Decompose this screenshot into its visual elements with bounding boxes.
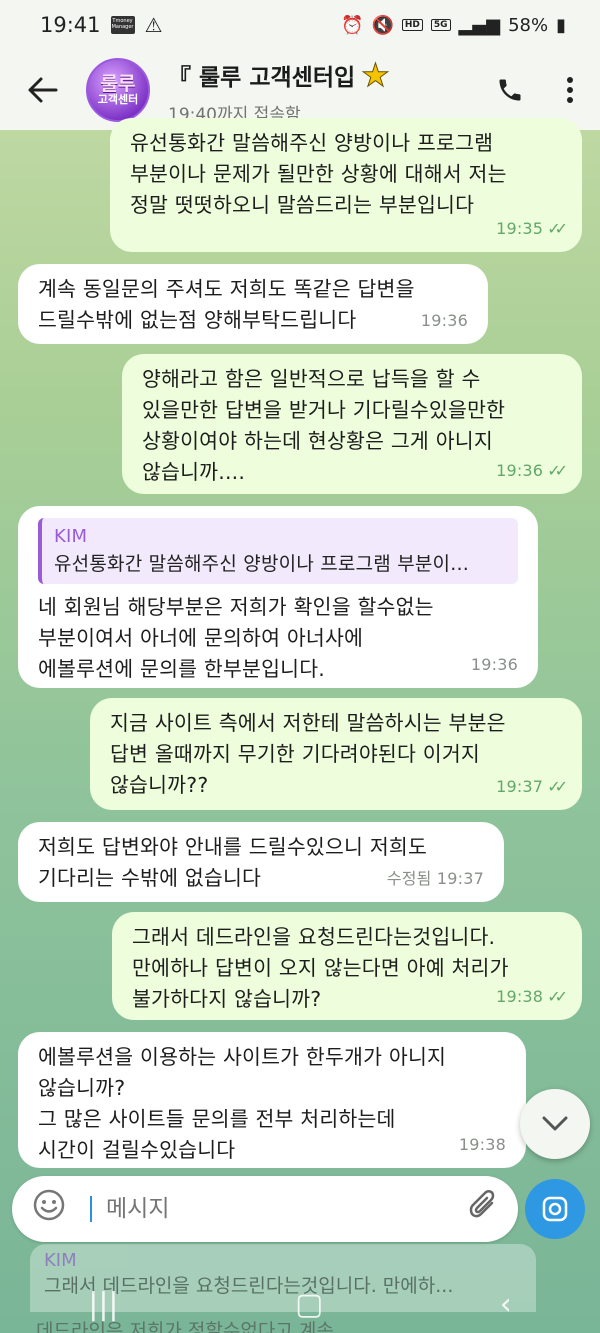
chat-title-text: 『 룰루 고객센터입 [168, 64, 356, 91]
reply-quote[interactable]: KIM 유선통화간 말씀해주신 양방이나 프로그램 부분이... [38, 518, 518, 584]
message-text: 유선통화간 말씀해주신 양방이나 프로그램 부분이나 문제가 될만한 상황에 대… [130, 131, 507, 217]
recent-apps-icon[interactable]: ||| [88, 1287, 118, 1322]
message-meta: 19:35 ✓✓ [496, 213, 568, 244]
avatar-text-1: 룰루 [100, 73, 136, 95]
reply-author: KIM [54, 526, 88, 547]
message-incoming[interactable]: 저희도 답변와야 안내를 드릴수있으니 저희도 기다리는 수밖에 없습니다 수정… [18, 822, 504, 902]
message-incoming-reply[interactable]: KIM 유선통화간 말씀해주신 양방이나 프로그램 부분이... 네 회원님 해… [18, 506, 538, 688]
message-time: 19:38 [496, 987, 544, 1006]
read-check-icon: ✓✓ [547, 987, 568, 1006]
read-check-icon: ✓✓ [547, 219, 568, 238]
message-meta: 19:36 ✓✓ [496, 455, 568, 486]
read-check-icon: ✓✓ [547, 777, 568, 796]
battery-icon: ▮ [556, 14, 566, 36]
read-check-icon: ✓✓ [547, 461, 568, 480]
warning-icon: ⚠ [144, 13, 163, 37]
message-meta: 수정됨 19:37 [387, 863, 484, 894]
message-time: 19:36 [420, 311, 468, 330]
message-incoming[interactable]: 계속 동일문의 주셔도 저희도 똑같은 답변을 드릴수밖에 없는점 양해부탁드립… [18, 264, 488, 344]
avatar[interactable]: 룰루 고객센터 [86, 58, 150, 122]
back-arrow-icon[interactable] [0, 50, 86, 130]
attach-icon[interactable] [468, 1188, 498, 1230]
message-text: 네 회원님 해당부분은 저희가 확인을 할수없는 부분이여서 아너에 문의하여 … [38, 595, 434, 681]
message-meta: 19:36 [471, 649, 518, 680]
reply-text: 유선통화간 말씀해주신 양방이나 프로그램 부분이... [54, 553, 469, 575]
message-incoming[interactable]: 에볼루션을 이용하는 사이트가 한두개가 아니지 않습니까? 그 많은 사이트들… [18, 1032, 526, 1168]
chat-title: 『 룰루 고객센터입 ★ [168, 55, 480, 95]
message-time: 수정됨 19:37 [386, 869, 484, 888]
alarm-icon: ⏰ [341, 14, 364, 36]
back-nav-icon[interactable]: ‹ [500, 1287, 512, 1322]
avatar-text-2: 고객센터 [97, 93, 139, 106]
message-outgoing[interactable]: 유선통화간 말씀해주신 양방이나 프로그램 부분이나 문제가 될만한 상황에 대… [110, 118, 582, 252]
message-composer [12, 1176, 518, 1242]
status-time: 19:41 [40, 13, 101, 37]
message-outgoing[interactable]: 양해라고 함은 일반적으로 납득을 할 수 있을만한 답변을 받거나 기다릴수있… [122, 354, 582, 494]
scroll-down-button[interactable] [520, 1089, 590, 1159]
camera-button[interactable] [525, 1179, 585, 1239]
message-outgoing[interactable]: 그래서 데드라인을 요청드린다는것입니다. 만에하나 답변이 오지 않는다면 아… [112, 912, 582, 1020]
message-meta: 19:37 ✓✓ [496, 771, 568, 802]
message-text: 에볼루션을 이용하는 사이트가 한두개가 아니지 않습니까? 그 많은 사이트들… [38, 1045, 447, 1162]
message-meta: 19:38 [459, 1129, 506, 1160]
system-nav-bar: ||| ▢ ‹ [0, 1276, 600, 1333]
star-icon: ★ [361, 55, 391, 95]
message-time: 19:35 [496, 219, 544, 238]
home-icon[interactable]: ▢ [295, 1287, 323, 1322]
battery-level: 58% [508, 14, 549, 36]
mute-icon: 🔇 [371, 14, 394, 36]
status-bar: 19:41 Tmoney Manager ⚠ ⏰ 🔇 HD 5G ▂▄▆ 58% … [0, 0, 600, 50]
message-time: 19:36 [496, 461, 544, 480]
message-meta: 19:38 ✓✓ [496, 981, 568, 1012]
message-text: 지금 사이트 측에서 저한테 말씀하시는 부분은 답변 올때까지 무기한 기다려… [110, 711, 506, 797]
message-input[interactable] [90, 1196, 468, 1222]
message-time: 19:36 [470, 655, 518, 674]
message-time: 19:37 [496, 777, 544, 796]
chat-title-area[interactable]: 『 룰루 고객센터입 ★ 19:40까지 접속함 [168, 56, 480, 125]
message-text: 계속 동일문의 주셔도 저희도 똑같은 답변을 드릴수밖에 없는점 양해부탁드립… [38, 277, 415, 332]
signal-icon: ▂▄▆ [458, 14, 501, 36]
reply-author: KIM [44, 1250, 77, 1271]
hd-voice-icon: HD [401, 19, 423, 31]
notification-app-icon: Tmoney Manager [110, 16, 135, 34]
message-time: 19:38 [458, 1135, 506, 1154]
message-meta: 19:36 [421, 305, 468, 336]
emoji-icon[interactable] [32, 1188, 76, 1231]
message-outgoing[interactable]: 지금 사이트 측에서 저한테 말씀하시는 부분은 답변 올때까지 무기한 기다려… [90, 698, 582, 810]
5g-icon: 5G [430, 19, 451, 31]
